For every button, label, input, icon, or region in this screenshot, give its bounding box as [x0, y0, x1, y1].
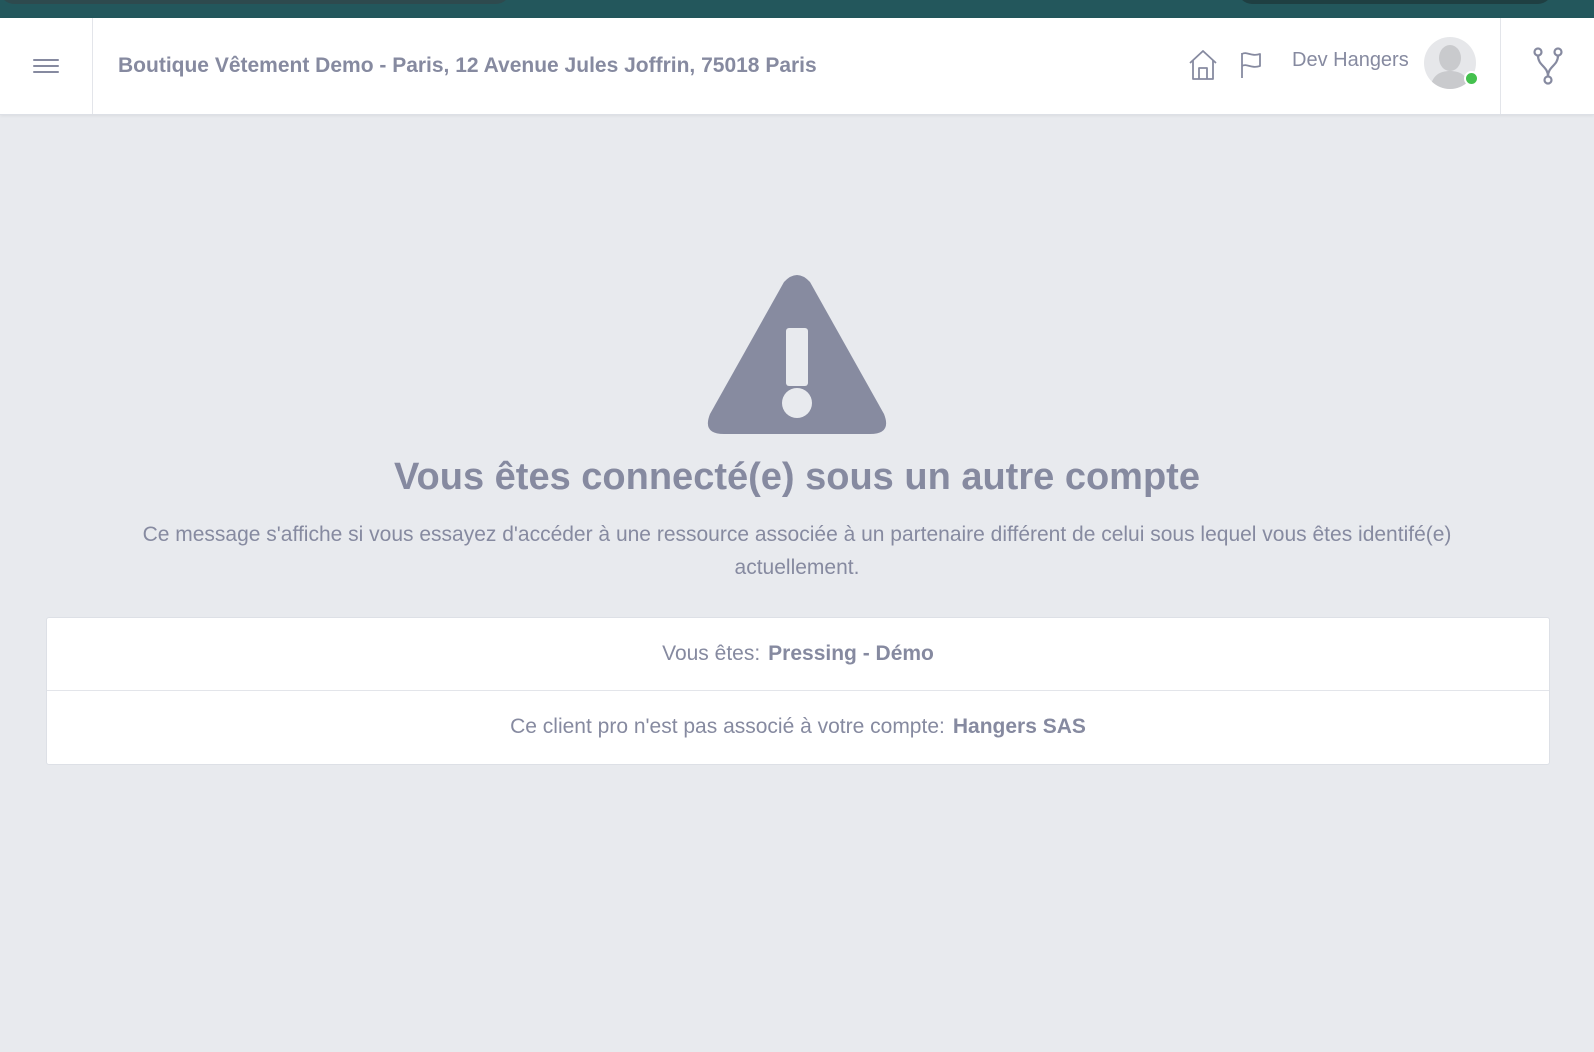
online-status-dot — [1464, 71, 1479, 86]
client-account-value: Hangers SAS — [952, 715, 1086, 738]
menu-icon — [33, 55, 59, 77]
client-account-row: Ce client pro n'est pas associé à votre … — [47, 690, 1549, 763]
top-strip — [0, 0, 1594, 18]
current-account-label: Vous êtes: — [662, 642, 761, 665]
top-strip-tab-left — [0, 0, 510, 4]
top-strip-tab-right — [1238, 0, 1552, 4]
branch-button[interactable] — [1500, 18, 1594, 114]
store-title: Boutique Vêtement Demo - Paris, 12 Avenu… — [118, 54, 817, 77]
current-account-row: Vous êtes: Pressing - Démo — [47, 618, 1549, 690]
error-description: Ce message s'affiche si vous essayez d'a… — [142, 523, 1452, 579]
flag-icon — [1241, 52, 1261, 78]
account-info-card: Vous êtes: Pressing - Démo Ce client pro … — [46, 617, 1550, 765]
branch-icon — [1533, 47, 1563, 85]
app-header: Boutique Vêtement Demo - Paris, 12 Avenu… — [0, 18, 1594, 115]
flag-button[interactable] — [1234, 48, 1268, 82]
error-title: Vous êtes connecté(e) sous un autre comp… — [394, 456, 1200, 498]
warning-icon — [707, 275, 887, 434]
client-account-label: Ce client pro n'est pas associé à votre … — [510, 715, 945, 738]
current-account-value: Pressing - Démo — [768, 642, 934, 665]
user-name[interactable]: Dev Hangers — [1292, 18, 1409, 102]
home-icon — [1189, 50, 1217, 80]
home-button[interactable] — [1186, 48, 1220, 82]
menu-button[interactable] — [0, 18, 93, 114]
